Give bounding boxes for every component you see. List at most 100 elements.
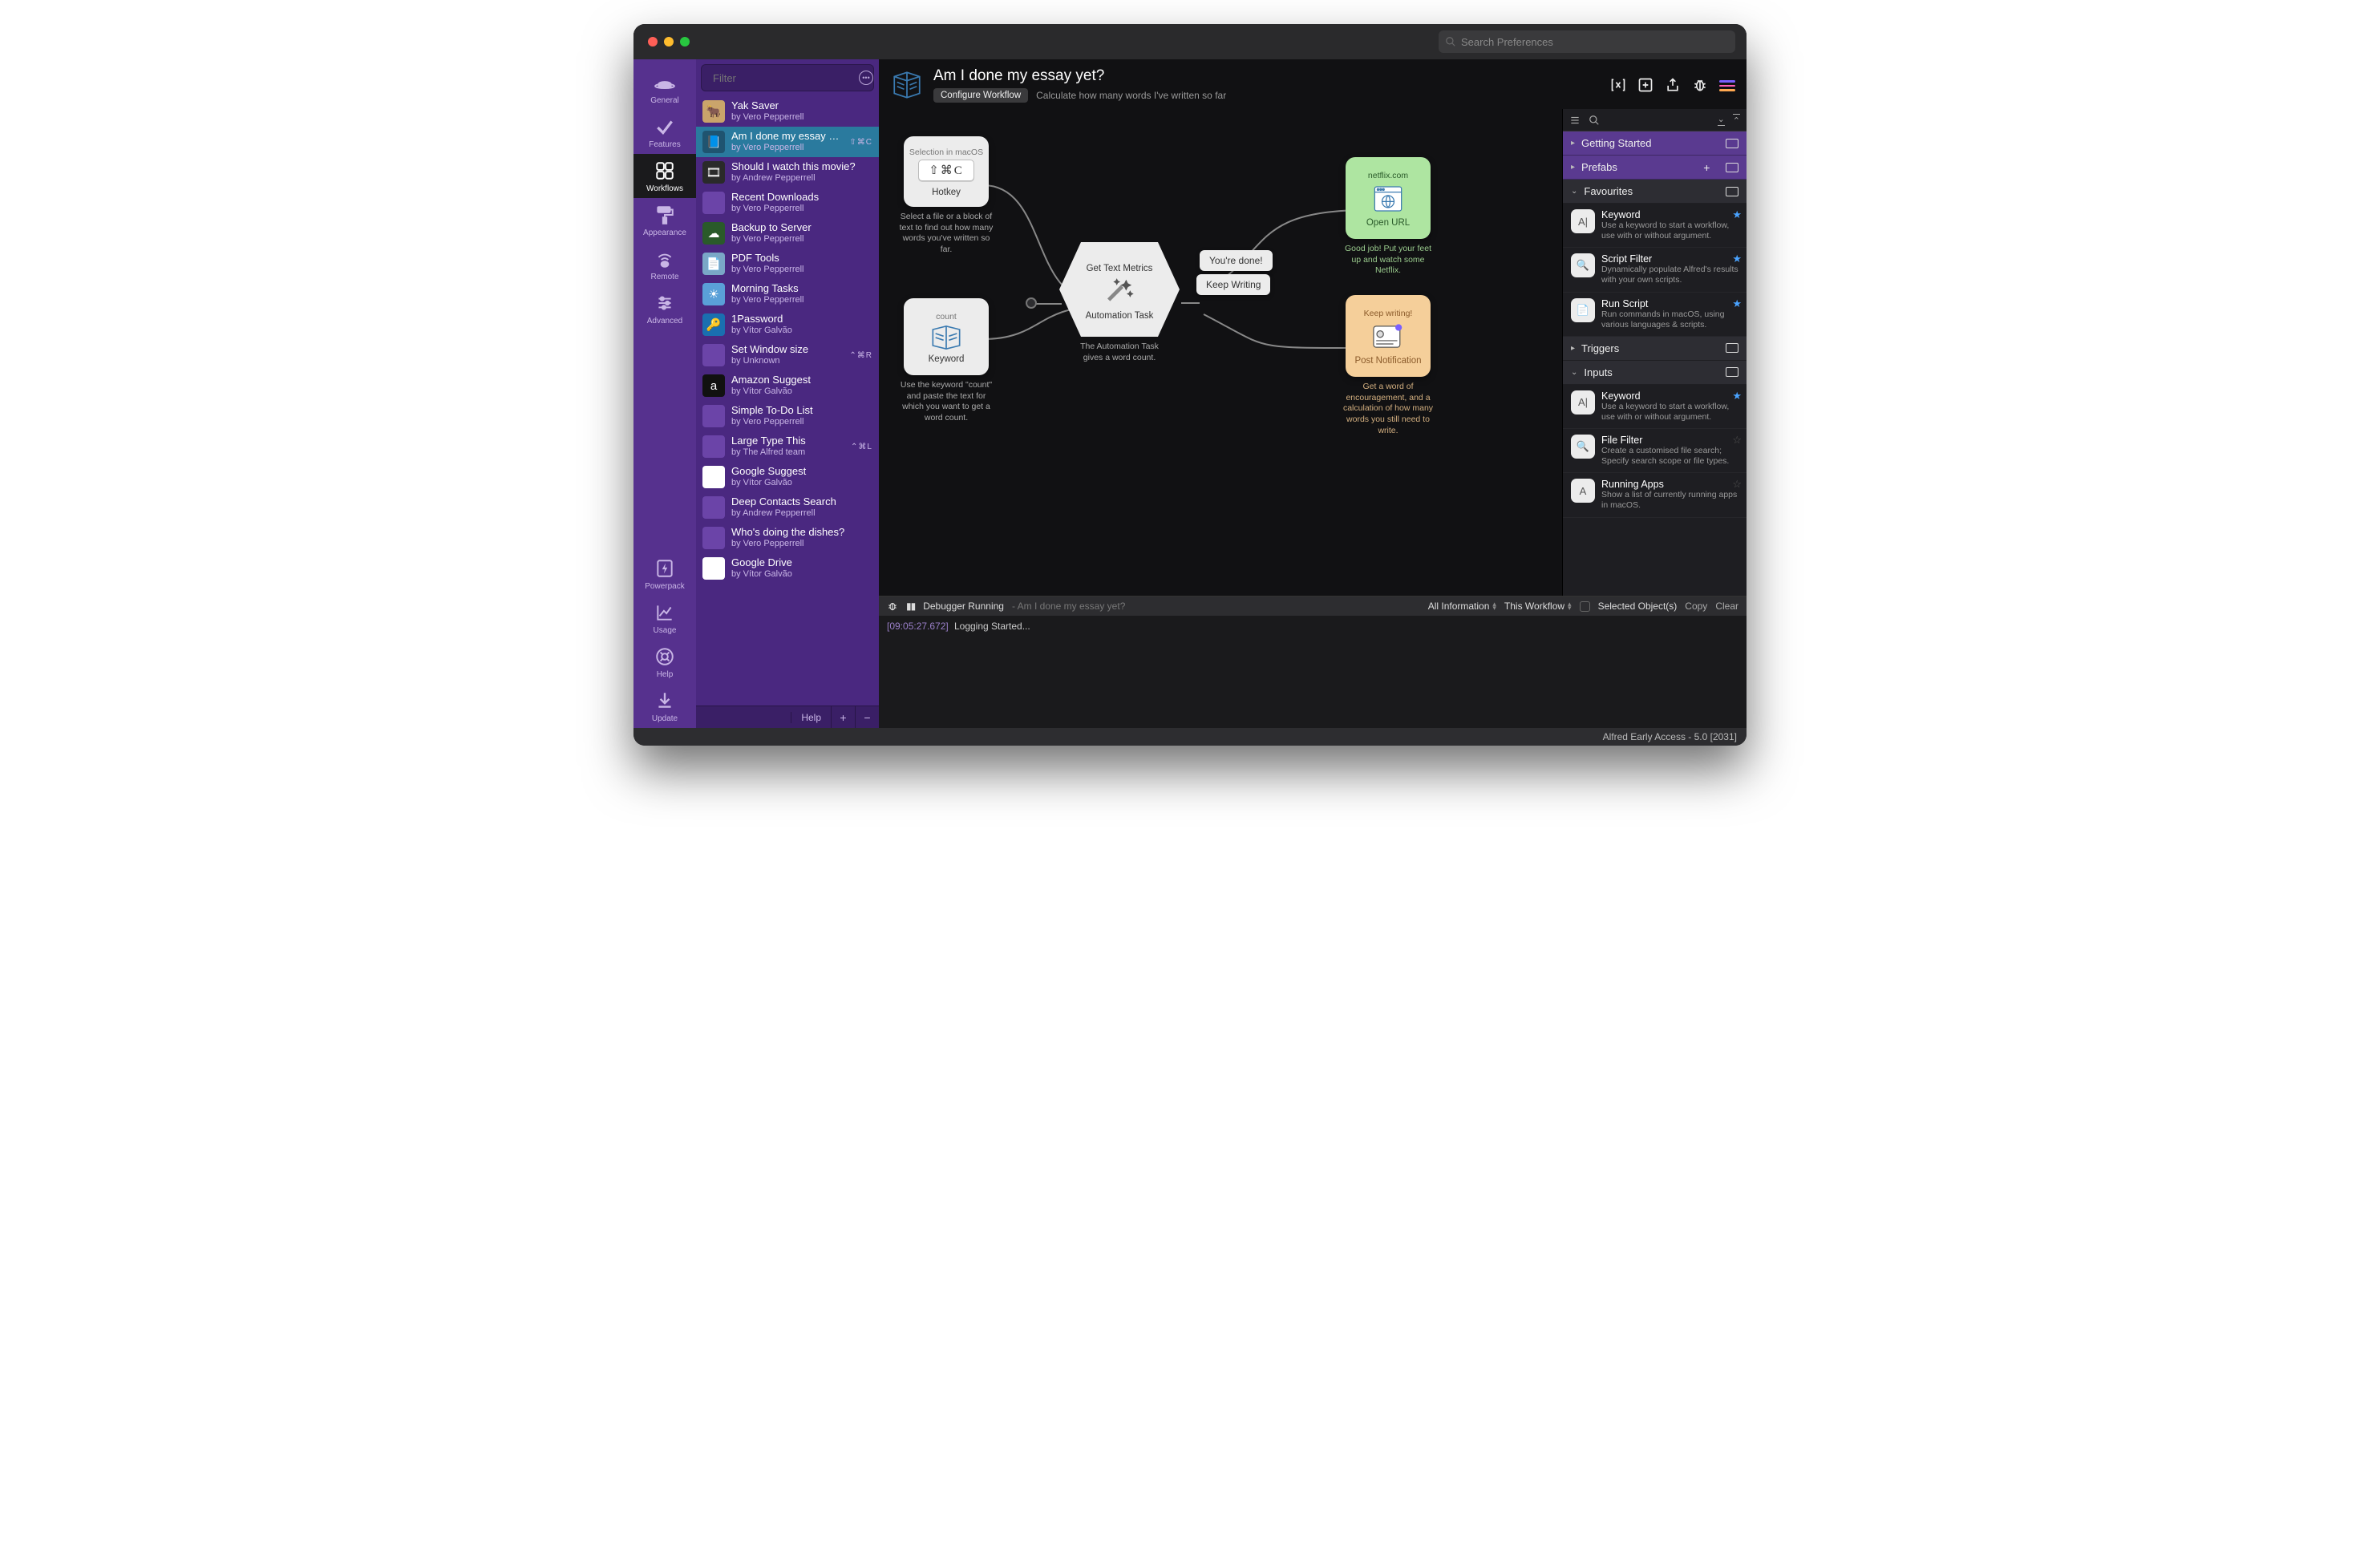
workflow-item[interactable]: Deep Contacts Search by Andrew Pepperrel… bbox=[696, 492, 879, 523]
nav-usage[interactable]: Usage bbox=[633, 596, 696, 640]
palette-item[interactable]: A| Keyword Use a keyword to start a work… bbox=[1563, 385, 1747, 429]
workflow-item[interactable]: Who's doing the dishes? by Vero Pepperre… bbox=[696, 523, 879, 553]
chip-keep[interactable]: Keep Writing bbox=[1196, 274, 1270, 295]
palette-item[interactable]: 📄 Run Script Run commands in macOS, usin… bbox=[1563, 293, 1747, 337]
selected-objects-checkbox[interactable] bbox=[1580, 601, 1590, 612]
section-inputs[interactable]: ⌄ Inputs bbox=[1563, 361, 1747, 385]
remove-workflow-button[interactable]: − bbox=[855, 706, 879, 729]
nav-powerpack[interactable]: Powerpack bbox=[633, 552, 696, 596]
node-open-url[interactable]: netflix.com Open URL Good job! Put your … bbox=[1340, 157, 1436, 277]
node-keyword-desc: Use the keyword "count" and paste the te… bbox=[898, 380, 994, 424]
collapse-up-icon[interactable]: ⌃ bbox=[1733, 114, 1740, 126]
search-preferences-input[interactable]: Search Preferences bbox=[1439, 30, 1735, 53]
workflow-filter[interactable]: ••• bbox=[701, 64, 874, 91]
export-button[interactable] bbox=[1665, 77, 1681, 93]
workflow-item-author: by Vero Pepperrell bbox=[731, 143, 843, 153]
workflow-item-author: by Vero Pepperrell bbox=[731, 204, 872, 214]
menu-button[interactable] bbox=[1719, 79, 1735, 91]
star-icon[interactable]: ☆ bbox=[1732, 478, 1742, 491]
header-actions bbox=[1610, 77, 1735, 93]
nav-help[interactable]: Help bbox=[633, 640, 696, 684]
debug-filter-scope[interactable]: This Workflow▴▾ bbox=[1504, 601, 1572, 612]
nav-general[interactable]: General bbox=[633, 66, 696, 110]
debug-filter-info[interactable]: All Information▴▾ bbox=[1428, 601, 1496, 612]
workflow-item[interactable]: ☀ Morning Tasks by Vero Pepperrell bbox=[696, 279, 879, 309]
workflow-item-author: by Vero Pepperrell bbox=[731, 295, 872, 305]
nav-remote[interactable]: Remote bbox=[633, 242, 696, 286]
help-button[interactable]: Help bbox=[791, 712, 831, 723]
variables-button[interactable] bbox=[1610, 77, 1626, 93]
workflow-item[interactable]: Large Type This by The Alfred team ⌃⌘L bbox=[696, 431, 879, 462]
palette-item[interactable]: A Running Apps Show a list of currently … bbox=[1563, 473, 1747, 517]
workflow-item-icon: 📄 bbox=[702, 253, 725, 275]
star-icon[interactable]: ★ bbox=[1732, 390, 1742, 402]
nav-appearance[interactable]: Appearance bbox=[633, 198, 696, 242]
nav-update[interactable]: Update bbox=[633, 684, 696, 728]
workflow-item[interactable]: 🐂 Yak Saver by Vero Pepperrell bbox=[696, 96, 879, 127]
workflow-item-title: Am I done my essay yet? bbox=[731, 131, 843, 143]
add-workflow-button[interactable]: + bbox=[831, 706, 855, 729]
window-controls bbox=[648, 37, 690, 47]
close-window-button[interactable] bbox=[648, 37, 658, 47]
palette-item[interactable]: A| Keyword Use a keyword to start a work… bbox=[1563, 204, 1747, 248]
filter-options-button[interactable]: ••• bbox=[859, 71, 873, 85]
section-prefabs[interactable]: ▸ Prefabs + bbox=[1563, 156, 1747, 180]
collapse-down-icon[interactable]: ⌄ bbox=[1718, 114, 1725, 126]
node-notif-label: Post Notification bbox=[1354, 356, 1421, 366]
minimize-window-button[interactable] bbox=[664, 37, 674, 47]
node-url-label: Open URL bbox=[1366, 218, 1410, 228]
star-icon[interactable]: ★ bbox=[1732, 297, 1742, 310]
nav-advanced[interactable]: Advanced bbox=[633, 286, 696, 330]
workflow-item[interactable]: a Amazon Suggest by Vítor Galvão bbox=[696, 370, 879, 401]
workflow-item[interactable]: Set Window size by Unknown ⌃⌘R bbox=[696, 340, 879, 370]
node-keyword[interactable]: count Keyword Use the keyword "count" an… bbox=[898, 298, 994, 424]
chip-done[interactable]: You're done! bbox=[1200, 250, 1273, 271]
palette-item-icon: 🔍 bbox=[1571, 435, 1595, 459]
workflow-item[interactable]: 🎞 Should I watch this movie? by Andrew P… bbox=[696, 157, 879, 188]
workflow-item[interactable]: G Google Suggest by Vítor Galvão bbox=[696, 462, 879, 492]
node-keyword-label: Keyword bbox=[929, 354, 965, 364]
add-button[interactable] bbox=[1637, 77, 1653, 93]
palette-item[interactable]: 🔍 Script Filter Dynamically populate Alf… bbox=[1563, 248, 1747, 292]
nav-workflows[interactable]: Workflows bbox=[633, 154, 696, 198]
section-getting-started[interactable]: ▸ Getting Started bbox=[1563, 131, 1747, 156]
palette-item[interactable]: 🔍 File Filter Create a customised file s… bbox=[1563, 429, 1747, 473]
workflow-item[interactable]: Recent Downloads by Vero Pepperrell bbox=[696, 188, 879, 218]
chevron-right-icon: ▸ bbox=[1571, 139, 1575, 148]
configure-workflow-button[interactable]: Configure Workflow bbox=[933, 88, 1028, 103]
star-icon[interactable]: ☆ bbox=[1732, 434, 1742, 447]
wand-icon bbox=[1102, 276, 1137, 308]
node-automation[interactable]: Get Text Metrics Automation Task The Aut… bbox=[1059, 242, 1180, 363]
palette-item-title: Keyword bbox=[1601, 209, 1738, 220]
filter-input[interactable] bbox=[713, 72, 854, 84]
workflow-item[interactable]: 🔑 1Password by Vítor Galvão bbox=[696, 309, 879, 340]
debug-button[interactable] bbox=[1692, 77, 1708, 93]
section-favourites[interactable]: ⌄ Favourites bbox=[1563, 180, 1747, 204]
search-icon[interactable] bbox=[1589, 115, 1600, 126]
list-icon[interactable] bbox=[1569, 115, 1581, 126]
workflow-item[interactable]: 📘 Am I done my essay yet? by Vero Pepper… bbox=[696, 127, 879, 157]
clear-button[interactable]: Clear bbox=[1715, 601, 1738, 612]
workflow-item[interactable]: ☁ Backup to Server by Vero Pepperrell bbox=[696, 218, 879, 249]
workflow-item[interactable]: ▲ Google Drive by Vítor Galvão bbox=[696, 553, 879, 584]
bug-icon[interactable] bbox=[887, 601, 898, 612]
junction-dot[interactable] bbox=[1026, 297, 1037, 309]
palette-item-desc: Use a keyword to start a workflow, use w… bbox=[1601, 220, 1738, 241]
node-hotkey[interactable]: Selection in macOS ⇧⌘C Hotkey Select a f… bbox=[898, 136, 994, 256]
nav-features[interactable]: Features bbox=[633, 110, 696, 154]
star-icon[interactable]: ★ bbox=[1732, 208, 1742, 221]
workflow-item-author: by Vero Pepperrell bbox=[731, 112, 872, 123]
debugger-toolbar: ▮▮ Debugger Running - Am I done my essay… bbox=[879, 596, 1747, 616]
star-icon[interactable]: ★ bbox=[1732, 253, 1742, 265]
workflow-item[interactable]: Simple To-Do List by Vero Pepperrell bbox=[696, 401, 879, 431]
workflow-item-author: by Andrew Pepperrell bbox=[731, 173, 872, 184]
pause-button[interactable]: ▮▮ bbox=[906, 601, 915, 612]
plus-icon[interactable]: + bbox=[1703, 161, 1710, 174]
section-triggers[interactable]: ▸ Triggers bbox=[1563, 337, 1747, 361]
copy-button[interactable]: Copy bbox=[1685, 601, 1707, 612]
version-label: Alfred Early Access - 5.0 [2031] bbox=[1603, 731, 1737, 742]
workflow-canvas[interactable]: Selection in macOS ⇧⌘C Hotkey Select a f… bbox=[879, 109, 1562, 596]
zoom-window-button[interactable] bbox=[680, 37, 690, 47]
workflow-item[interactable]: 📄 PDF Tools by Vero Pepperrell bbox=[696, 249, 879, 279]
node-notification[interactable]: Keep writing! Post Notification Get a wo… bbox=[1340, 295, 1436, 436]
